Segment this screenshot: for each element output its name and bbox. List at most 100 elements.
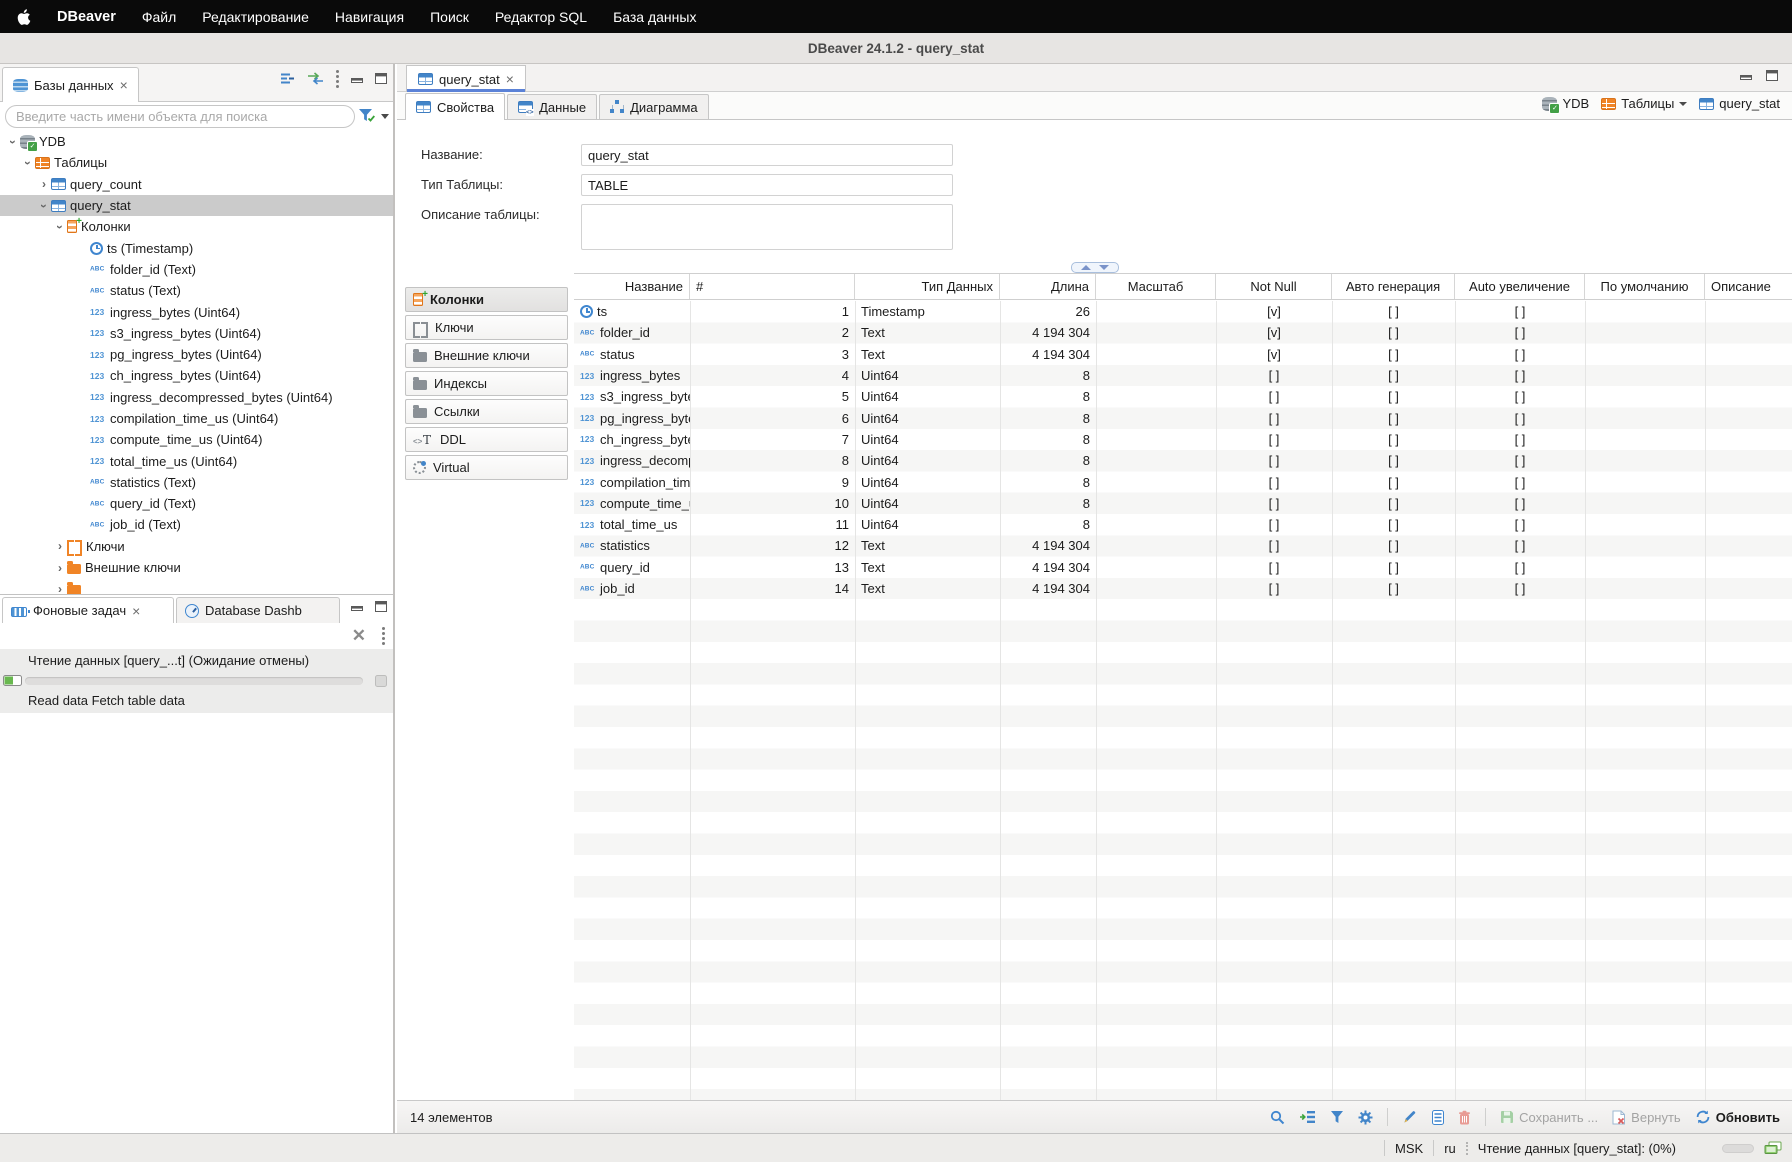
cell-scale[interactable]	[1096, 450, 1216, 471]
cell-not-null[interactable]: [ ]	[1216, 514, 1332, 535]
cell-auto-generated[interactable]: [ ]	[1332, 429, 1455, 450]
cell-auto-generated[interactable]: [ ]	[1332, 450, 1455, 471]
close-icon[interactable]: ×	[506, 72, 514, 86]
name-field[interactable]	[581, 144, 953, 166]
tree-item[interactable]: Таблицы	[0, 152, 393, 173]
section-tab[interactable]: Колонки	[405, 287, 568, 312]
search-input[interactable]	[5, 105, 355, 128]
cell-default[interactable]	[1585, 450, 1705, 471]
cell-auto-generated[interactable]: [ ]	[1332, 344, 1455, 365]
cell-description[interactable]	[1705, 450, 1792, 471]
cell-default[interactable]	[1585, 535, 1705, 556]
cell-name[interactable]: pg_ingress_bytes	[574, 407, 690, 428]
cell-description[interactable]	[1705, 344, 1792, 365]
cell-description[interactable]	[1705, 557, 1792, 578]
editor-subtab[interactable]: Данные	[507, 94, 597, 119]
cell-not-null[interactable]: [ ]	[1216, 578, 1332, 599]
cell-auto-increment[interactable]: [ ]	[1455, 386, 1585, 407]
cell-scale[interactable]	[1096, 344, 1216, 365]
close-icon[interactable]: ×	[132, 604, 140, 618]
tab-databases[interactable]: Базы данных ×	[2, 67, 139, 102]
cell-not-null[interactable]: [ ]	[1216, 429, 1332, 450]
column-header[interactable]: Длина	[1000, 274, 1096, 299]
tree-item[interactable]: ingress_bytes (Uint64)	[0, 301, 393, 322]
cell-scale[interactable]	[1096, 578, 1216, 599]
chevron-down-icon[interactable]	[1679, 102, 1687, 106]
cell-auto-increment[interactable]: [ ]	[1455, 429, 1585, 450]
cell-name[interactable]: ingress_bytes	[574, 365, 690, 386]
cell-name[interactable]: status	[574, 344, 690, 365]
column-header[interactable]: Not Null	[1216, 274, 1332, 299]
cell-auto-generated[interactable]: [ ]	[1332, 578, 1455, 599]
expander-icon[interactable]	[53, 582, 67, 594]
cell-length[interactable]: 4 194 304	[1000, 535, 1096, 556]
cell-not-null[interactable]: [ ]	[1216, 365, 1332, 386]
close-icon[interactable]: ×	[120, 78, 128, 92]
section-tab[interactable]: Virtual	[405, 455, 568, 480]
cell-default[interactable]	[1585, 493, 1705, 514]
menu-item[interactable]: Файл	[142, 9, 176, 25]
cell-default[interactable]	[1585, 578, 1705, 599]
cell-data-type[interactable]: Uint64	[855, 514, 1000, 535]
cell-description[interactable]	[1705, 514, 1792, 535]
cell-name[interactable]: ts	[574, 301, 690, 322]
cell-auto-increment[interactable]: [ ]	[1455, 471, 1585, 492]
cell-auto-generated[interactable]: [ ]	[1332, 557, 1455, 578]
cell-default[interactable]	[1585, 471, 1705, 492]
link-with-editor-icon[interactable]	[307, 72, 324, 85]
cell-data-type[interactable]: Uint64	[855, 429, 1000, 450]
breadcrumb-tables[interactable]: Таблицы	[1601, 96, 1687, 111]
expander-icon[interactable]	[21, 156, 35, 170]
tree-item[interactable]: s3_ingress_bytes (Uint64)	[0, 323, 393, 344]
breadcrumb-database[interactable]: YDB	[1542, 96, 1589, 111]
cell-default[interactable]	[1585, 514, 1705, 535]
breadcrumb-table[interactable]: query_stat	[1699, 96, 1780, 111]
cell-data-type[interactable]: Text	[855, 535, 1000, 556]
cell-length[interactable]: 8	[1000, 429, 1096, 450]
expander-icon[interactable]	[6, 135, 20, 149]
cell-not-null[interactable]: [v]	[1216, 301, 1332, 322]
column-header[interactable]: По умолчанию	[1585, 274, 1705, 299]
cell-data-type[interactable]: Uint64	[855, 450, 1000, 471]
view-menu-icon[interactable]	[336, 75, 339, 78]
cell-name[interactable]: statistics	[574, 535, 690, 556]
menu-item[interactable]: Навигация	[335, 9, 404, 25]
cell-name[interactable]: total_time_us	[574, 514, 690, 535]
cell-length[interactable]: 4 194 304	[1000, 578, 1096, 599]
cell-name[interactable]: compute_time_us	[574, 493, 690, 514]
cell-auto-generated[interactable]: [ ]	[1332, 407, 1455, 428]
table-row[interactable]: status 3 Text 4 194 304 [v] [ ] [ ]	[574, 344, 1792, 365]
collapse-up-icon[interactable]	[1081, 265, 1091, 270]
tree-item[interactable]: YDB	[0, 131, 393, 152]
cell-data-type[interactable]: Text	[855, 578, 1000, 599]
cell-data-type[interactable]: Uint64	[855, 493, 1000, 514]
cell-not-null[interactable]: [ ]	[1216, 471, 1332, 492]
cell-ordinal[interactable]: 3	[690, 344, 855, 365]
cell-default[interactable]	[1585, 322, 1705, 343]
save-button[interactable]: Сохранить ...	[1500, 1110, 1598, 1125]
splitter-collapse-control[interactable]	[1071, 262, 1119, 273]
maximize-panel-icon[interactable]	[375, 601, 387, 612]
tree-item[interactable]: compute_time_us (Uint64)	[0, 429, 393, 450]
tab-background-tasks[interactable]: Фоновые задач ×	[2, 597, 174, 623]
refresh-button[interactable]: Обновить	[1695, 1109, 1780, 1125]
cell-description[interactable]	[1705, 493, 1792, 514]
tree-item[interactable]: folder_id (Text)	[0, 259, 393, 280]
column-header[interactable]: Описание	[1705, 274, 1792, 299]
expander-icon[interactable]	[37, 199, 51, 213]
cell-ordinal[interactable]: 1	[690, 301, 855, 322]
expander-icon[interactable]	[37, 177, 51, 191]
tree-item[interactable]: Колонки	[0, 216, 393, 237]
column-header[interactable]: Авто генерация	[1332, 274, 1455, 299]
cell-ordinal[interactable]: 10	[690, 493, 855, 514]
cell-default[interactable]	[1585, 557, 1705, 578]
cell-not-null[interactable]: [ ]	[1216, 407, 1332, 428]
cell-data-type[interactable]: Text	[855, 344, 1000, 365]
cell-auto-generated[interactable]: [ ]	[1332, 322, 1455, 343]
cell-not-null[interactable]: [ ]	[1216, 557, 1332, 578]
table-row[interactable]: query_id 13 Text 4 194 304 [ ] [ ] [ ]	[574, 557, 1792, 578]
cell-auto-increment[interactable]: [ ]	[1455, 322, 1585, 343]
cell-not-null[interactable]: [v]	[1216, 344, 1332, 365]
language-indicator[interactable]: ru	[1444, 1141, 1456, 1156]
cell-description[interactable]	[1705, 407, 1792, 428]
